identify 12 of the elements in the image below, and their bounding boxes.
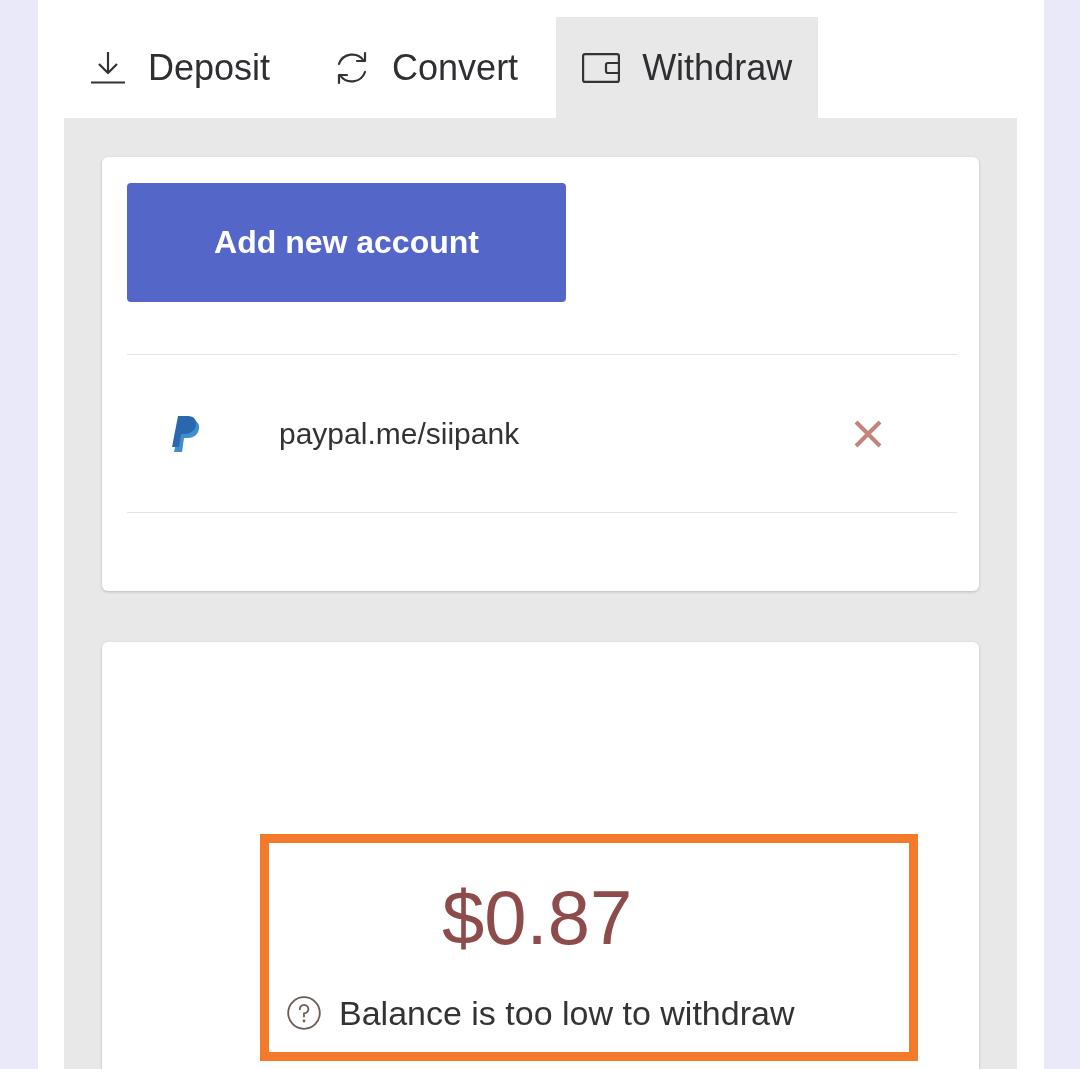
tab[interactable]: Convert	[308, 17, 545, 118]
add-account-button[interactable]: Add new account	[127, 183, 566, 302]
help-icon	[287, 996, 321, 1030]
balance-note: Balance is too low to withdraw	[339, 993, 795, 1033]
tab[interactable]: Withdraw	[556, 17, 819, 118]
close-icon[interactable]	[854, 419, 882, 448]
account-address: paypal.me/siipank	[279, 416, 520, 451]
paypal-icon	[172, 415, 200, 452]
tab[interactable]: Deposit	[64, 17, 297, 118]
download-icon	[90, 51, 126, 84]
wallet-icon	[582, 52, 621, 83]
balance-amount: $0.87	[442, 874, 633, 961]
